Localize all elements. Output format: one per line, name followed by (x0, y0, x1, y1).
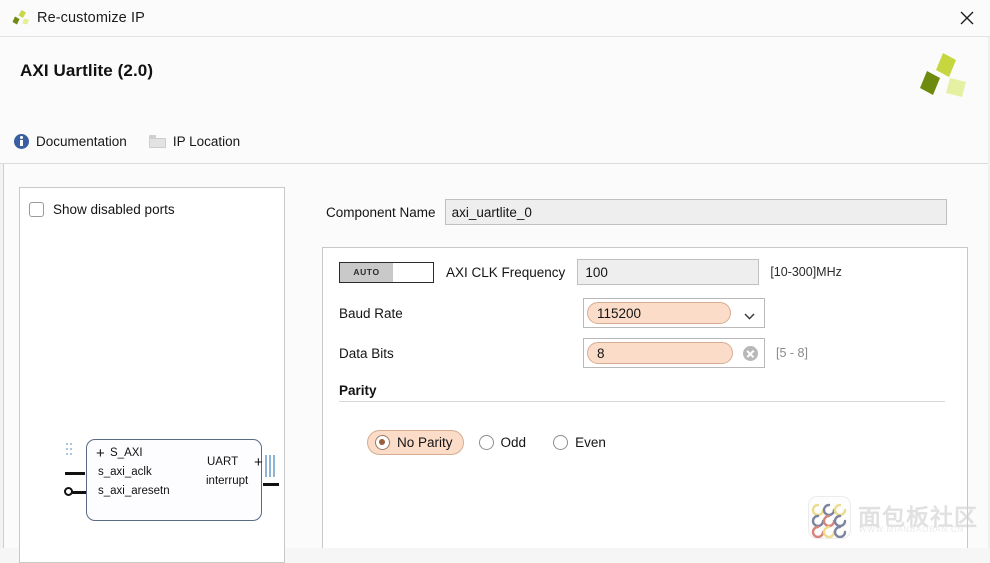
parity-radio-group: No Parity Odd Even (367, 430, 616, 455)
left-edge-divider (0, 164, 4, 548)
dialog-body: Show disabled ports + S_AXI s_axi_aclk s… (0, 164, 990, 563)
close-button[interactable] (944, 0, 990, 36)
parity-section: Parity (339, 383, 945, 402)
show-disabled-ports-checkbox[interactable] (29, 202, 44, 217)
documentation-link[interactable]: Documentation (14, 130, 127, 154)
auto-toggle[interactable]: AUTO (339, 261, 434, 283)
page-title: AXI Uartlite (2.0) (20, 61, 154, 80)
component-name-input[interactable]: axi_uartlite_0 (444, 199, 947, 225)
expand-saxi-icon[interactable]: + (96, 446, 105, 461)
uart-bus-bars-icon (265, 455, 277, 477)
ip-location-link[interactable]: IP Location (148, 130, 241, 154)
radio-icon-odd (478, 435, 494, 450)
port-label-interrupt: interrupt (206, 475, 249, 487)
title-bar: Re-customize IP (0, 0, 990, 37)
close-icon (959, 10, 975, 26)
parity-option-odd[interactable]: Odd (472, 430, 537, 455)
xilinx-logo-icon (9, 8, 35, 28)
ip-location-label: IP Location (172, 134, 241, 149)
parity-option-no-parity[interactable]: No Parity (367, 430, 464, 455)
info-icon (14, 134, 29, 149)
component-name-row: Component Name axi_uartlite_0 (326, 199, 947, 225)
parity-label-even: Even (575, 435, 606, 450)
parity-label-no-parity: No Parity (397, 435, 453, 450)
watermark: 面包板社区 WWW.MIANBAOBAN.CN (808, 494, 983, 542)
parity-label-odd: Odd (500, 435, 527, 450)
watermark-subtext: WWW.MIANBAOBAN.CN (859, 525, 965, 534)
ip-block-diagram: + S_AXI s_axi_aclk s_axi_aresetn UART + … (60, 433, 280, 533)
settings-pane: Component Name axi_uartlite_0 AUTO AXI C… (302, 164, 990, 548)
re-customize-ip-window: Re-customize IP AXI Uartlite (2.0) Docum… (0, 0, 990, 563)
data-bits-value: 8 (587, 342, 733, 364)
axi-clk-frequency-hint: [10-300]MHz (770, 265, 842, 279)
documentation-label: Documentation (36, 134, 127, 149)
port-label-s-axi-aclk: s_axi_aclk (98, 466, 152, 478)
axi-clk-frequency-row: AUTO AXI CLK Frequency 100 [10-300]MHz (339, 259, 842, 285)
aresetn-pin-stub (72, 491, 86, 494)
axi-clk-frequency-label: AXI CLK Frequency (446, 264, 566, 280)
baud-rate-label: Baud Rate (339, 305, 403, 321)
expand-uart-icon[interactable]: + (254, 455, 263, 470)
watermark-logo-icon (808, 496, 851, 539)
show-disabled-ports-label: Show disabled ports (53, 202, 175, 217)
bus-dots-icon (66, 443, 74, 465)
parity-section-divider (339, 401, 945, 402)
link-bar: Documentation IP Location (0, 120, 990, 164)
data-bits-row: Data Bits 8 [5 - 8] (339, 338, 808, 368)
port-label-s-axi: S_AXI (110, 447, 143, 459)
aclk-pin-stub (65, 472, 85, 475)
window-title: Re-customize IP (37, 10, 145, 26)
radio-icon-no-parity (375, 435, 390, 450)
baud-rate-value: 115200 (587, 302, 731, 324)
component-name-label: Component Name (326, 204, 436, 220)
show-disabled-ports-row[interactable]: Show disabled ports (29, 202, 175, 217)
brand-xilinx-logo-icon (916, 51, 970, 101)
ip-header: AXI Uartlite (2.0) (0, 37, 990, 120)
parity-option-even[interactable]: Even (546, 430, 616, 455)
axi-clk-frequency-input[interactable]: 100 (577, 259, 760, 285)
folder-icon (148, 135, 166, 148)
port-label-s-axi-aresetn: s_axi_aresetn (98, 485, 170, 497)
data-bits-hint: [5 - 8] (776, 346, 808, 360)
auto-toggle-knob: AUTO (340, 262, 393, 282)
port-label-uart: UART (207, 456, 239, 468)
baud-rate-combobox[interactable]: 115200 (583, 298, 765, 328)
clear-circle-icon[interactable] (743, 346, 758, 361)
data-bits-input[interactable]: 8 (583, 338, 765, 368)
ip-symbol-panel: Show disabled ports + S_AXI s_axi_aclk s… (19, 187, 285, 563)
data-bits-label: Data Bits (339, 345, 394, 361)
chevron-down-icon[interactable] (744, 308, 755, 320)
interrupt-pin-stub (263, 483, 279, 486)
baud-rate-row: Baud Rate 115200 (339, 298, 765, 328)
parity-section-title: Parity (339, 383, 377, 398)
radio-icon-even (553, 435, 569, 450)
